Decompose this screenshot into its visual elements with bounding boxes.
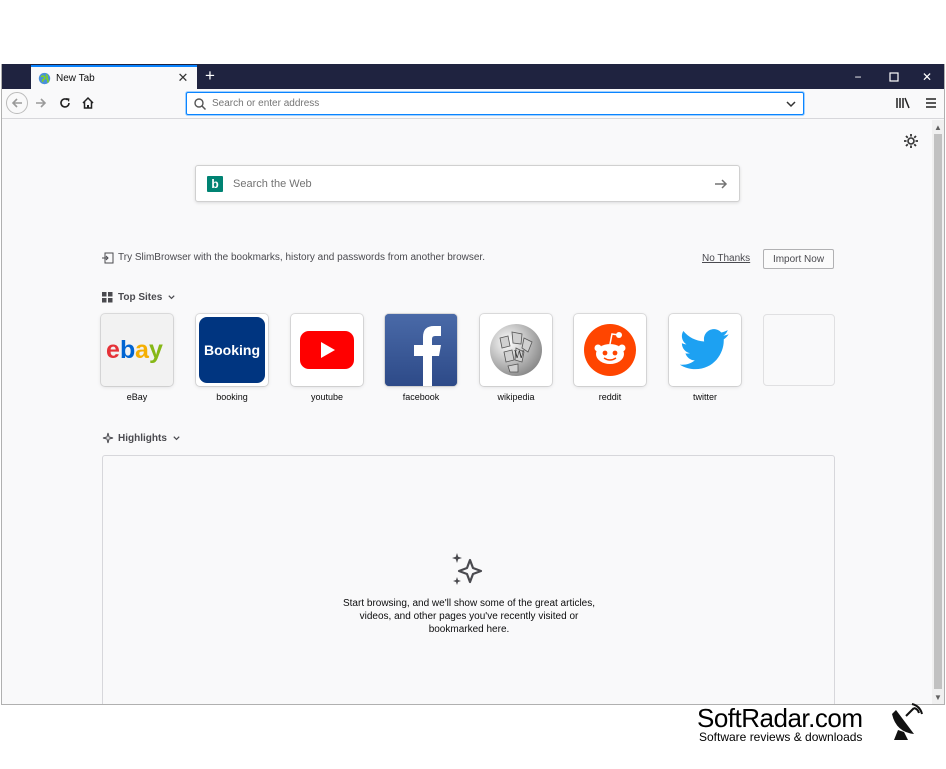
site-label: reddit (598, 392, 622, 402)
site-label: wikipedia (497, 392, 535, 402)
twitter-logo (680, 329, 730, 370)
reddit-logo (584, 324, 636, 376)
booking-logo: Booking (199, 317, 265, 383)
forward-arrow-icon (36, 98, 47, 108)
sparkles-icon (452, 553, 483, 585)
web-search-box[interactable]: b Search the Web (195, 165, 740, 202)
highlights-empty-message: Start browsing, and we'll show some of t… (342, 598, 596, 635)
top-site-facebook[interactable]: facebook (385, 314, 457, 402)
import-icon (102, 252, 114, 264)
svg-text:e: e (106, 336, 120, 364)
svg-text:W: W (514, 350, 525, 361)
site-tile[interactable]: e b a y (101, 314, 173, 386)
facebook-logo (385, 314, 457, 386)
tab-new-tab[interactable]: New Tab ✕ (31, 65, 197, 89)
site-tile[interactable] (669, 314, 741, 386)
tab-bar: New Tab ✕ + − ✕ (2, 64, 944, 89)
new-tab-button[interactable]: + (200, 66, 220, 86)
no-thanks-link[interactable]: No Thanks (702, 253, 750, 264)
web-search-placeholder: Search the Web (233, 177, 312, 190)
site-label: eBay (126, 392, 148, 402)
address-bar[interactable] (186, 92, 804, 115)
chevron-down-icon (786, 100, 796, 107)
library-button[interactable] (892, 92, 914, 114)
minimize-button[interactable]: − (840, 64, 876, 89)
site-label: twitter (692, 392, 717, 402)
watermark-tagline: Software reviews & downloads (699, 730, 863, 744)
scroll-up-arrow-icon[interactable]: ▲ (932, 121, 944, 133)
satellite-dish-icon (892, 703, 923, 740)
site-tile[interactable]: W (480, 314, 552, 386)
library-icon (896, 97, 910, 109)
reload-icon (60, 98, 70, 108)
back-button[interactable] (6, 92, 28, 114)
highlights-title: Highlights (118, 432, 167, 444)
highlights-sparkle-icon (102, 432, 114, 444)
grid-icon (102, 292, 113, 303)
top-sites-title: Top Sites (118, 292, 163, 303)
globe-icon (38, 72, 51, 84)
wikipedia-logo: W (490, 324, 542, 376)
tab-title: New Tab (56, 72, 95, 84)
top-site-empty-slot[interactable] (763, 314, 835, 386)
maximize-button[interactable] (876, 64, 912, 89)
chevron-down-icon (168, 295, 175, 300)
site-tile[interactable]: Booking (196, 314, 268, 386)
reload-button[interactable] (54, 92, 76, 114)
forward-button[interactable] (30, 92, 52, 114)
screenshot: New Tab ✕ + − ✕ Search or enter address … (0, 0, 946, 769)
menu-button[interactable] (920, 92, 942, 114)
svg-text:a: a (135, 336, 150, 364)
site-tile[interactable] (291, 314, 363, 386)
address-dropdown-button[interactable] (781, 94, 801, 114)
top-sites-header[interactable]: Top Sites (102, 292, 176, 303)
youtube-logo (300, 331, 354, 369)
ebay-logo: e b a y (106, 336, 164, 364)
import-now-button[interactable]: Import Now (763, 249, 834, 269)
site-label: booking (216, 392, 248, 402)
navigation-toolbar (2, 89, 944, 119)
maximize-icon (889, 71, 899, 82)
new-tab-page: b Search the Web Try SlimBrowser with th… (2, 120, 932, 704)
svg-text:b: b (120, 336, 135, 364)
chevron-down-icon (173, 435, 180, 440)
home-button[interactable] (77, 92, 99, 114)
import-prompt: Try SlimBrowser with the bookmarks, hist… (102, 249, 835, 271)
svg-text:y: y (149, 336, 163, 364)
bing-icon: b (207, 175, 223, 192)
browser-window: New Tab ✕ + − ✕ Search or enter address … (1, 64, 945, 705)
search-icon (194, 97, 207, 110)
search-submit-arrow-icon[interactable] (713, 176, 729, 192)
top-margin (0, 0, 946, 64)
site-tile[interactable] (385, 314, 457, 386)
scroll-down-arrow-icon[interactable]: ▼ (932, 691, 944, 703)
hamburger-menu-icon (926, 98, 936, 108)
vertical-scrollbar[interactable]: ▲ ▼ (932, 120, 944, 704)
home-icon (82, 96, 94, 109)
site-label: facebook (402, 392, 440, 402)
tab-close-icon[interactable]: ✕ (175, 70, 191, 86)
address-input[interactable] (212, 98, 781, 109)
site-label: youtube (310, 392, 344, 402)
top-site-booking[interactable]: Booking booking (196, 314, 268, 402)
gear-icon[interactable] (903, 133, 919, 149)
top-site-twitter[interactable]: twitter (669, 314, 741, 402)
highlights-header[interactable]: Highlights (102, 432, 181, 444)
import-prompt-text: Try SlimBrowser with the bookmarks, hist… (118, 252, 485, 263)
empty-site-tile[interactable] (763, 314, 835, 386)
highlights-empty-state: Start browsing, and we'll show some of t… (102, 455, 835, 704)
top-sites-grid: e b a y eBay Booking booking youtube fac… (101, 314, 841, 414)
back-arrow-icon (11, 98, 22, 108)
scrollbar-thumb[interactable] (934, 134, 942, 689)
site-tile[interactable] (574, 314, 646, 386)
booking-logo-text: Booking (204, 342, 260, 358)
top-site-reddit[interactable]: reddit (574, 314, 646, 402)
top-site-youtube[interactable]: youtube (291, 314, 363, 402)
close-window-button[interactable]: ✕ (909, 64, 945, 89)
top-site-wikipedia[interactable]: W wikipedia (480, 314, 552, 402)
top-site-ebay[interactable]: e b a y eBay (101, 314, 173, 402)
